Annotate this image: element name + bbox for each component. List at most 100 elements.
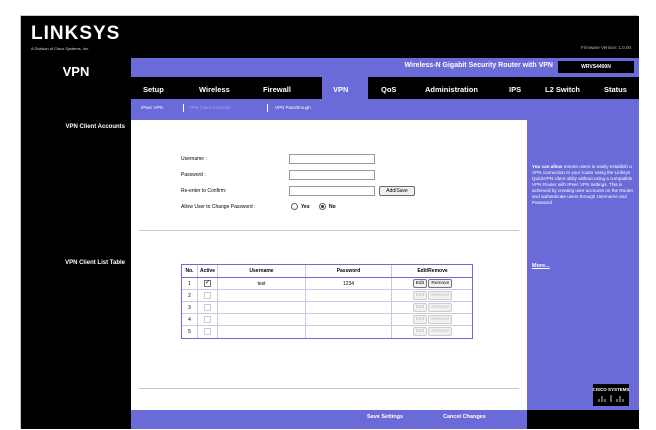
allow-change-yes-radio[interactable] <box>291 203 298 210</box>
help-text: You can allow remote users to easily est… <box>532 164 634 206</box>
active-checkbox[interactable] <box>204 327 211 335</box>
subtab-bar: IPsec VPN VPN Client Accounts VPN Passth… <box>131 99 639 120</box>
divider <box>139 388 519 389</box>
username-cell <box>218 326 306 338</box>
cisco-systems-logo: CISCO SYSTEMS <box>592 384 630 406</box>
remove-button[interactable]: Remove <box>428 278 453 288</box>
header-bar: LINKSYS A Division of Cisco Systems, Inc… <box>21 16 639 58</box>
username-cell <box>218 314 306 325</box>
password-cell <box>306 302 392 313</box>
subtab-vpn-client-accounts[interactable]: VPN Client Accounts <box>189 105 231 110</box>
row-number: 1 <box>182 278 198 289</box>
password-cell: 1234 <box>306 278 392 289</box>
edit-button[interactable]: Edit <box>412 290 427 300</box>
allow-change-no-radio[interactable] <box>319 203 326 210</box>
footer-actions: Save Settings Cancel Changes <box>131 410 527 429</box>
left-sidebar: VPN Client Accounts VPN Client List Tabl… <box>21 120 131 410</box>
row-number: 4 <box>182 314 198 325</box>
active-checkbox[interactable]: ✓ <box>204 279 211 287</box>
add-save-button[interactable]: Add/Save <box>379 186 415 196</box>
header-password: Password <box>306 265 392 277</box>
table-row: 1 ✓ test 1234 Edit Remove <box>182 278 472 290</box>
subtab-ipsec-vpn[interactable]: IPsec VPN <box>141 105 163 110</box>
password-cell <box>306 326 392 338</box>
table-row: 4 Edit Remove <box>182 314 472 326</box>
remove-button[interactable]: Remove <box>428 314 453 324</box>
main-nav: Setup Wireless Firewall VPN QoS Administ… <box>131 77 639 120</box>
tab-firewall[interactable]: Firewall <box>263 85 291 94</box>
footer-left <box>21 410 131 429</box>
table-header: No. Active Username Password Edit/Remove <box>182 265 472 278</box>
active-cell <box>198 302 218 313</box>
edit-button[interactable]: Edit <box>412 326 427 336</box>
model-badge: WRVS4400N <box>558 61 634 73</box>
table-row: 3 Edit Remove <box>182 302 472 314</box>
active-checkbox[interactable] <box>204 303 211 311</box>
edit-button[interactable]: Edit <box>412 278 427 288</box>
linksys-logo: LINKSYS <box>31 23 121 44</box>
section-title-block: VPN <box>21 58 131 120</box>
header-active: Active <box>198 265 218 277</box>
tab-l2-switch[interactable]: L2 Switch <box>545 85 580 94</box>
edit-button[interactable]: Edit <box>412 302 427 312</box>
confirm-password-label: Re-enter to Confirm: <box>181 188 227 194</box>
active-cell: ✓ <box>198 278 218 289</box>
row-number: 2 <box>182 290 198 301</box>
table-body: 1 ✓ test 1234 Edit Remove 2 Edit Remove 3 Edit R… <box>182 278 472 338</box>
password-cell <box>306 314 392 325</box>
vpn-client-table: No. Active Username Password Edit/Remove… <box>181 264 473 339</box>
active-checkbox[interactable] <box>204 291 211 299</box>
remove-button[interactable]: Remove <box>428 290 453 300</box>
header-no: No. <box>182 265 198 277</box>
remove-button[interactable]: Remove <box>428 326 453 336</box>
logo-tagline: A Division of Cisco Systems, Inc. <box>31 46 90 51</box>
more-link[interactable]: More... <box>532 263 550 269</box>
password-input[interactable] <box>289 170 375 180</box>
product-name: Wireless-N Gigabit Security Router with … <box>404 62 553 69</box>
cisco-logo-text: CISCO SYSTEMS <box>592 387 629 392</box>
tab-vpn[interactable]: VPN <box>333 85 348 94</box>
tab-ips[interactable]: IPS <box>509 85 521 94</box>
username-cell <box>218 302 306 313</box>
subtab-separator <box>267 104 268 112</box>
help-lead: You can allow <box>532 164 563 169</box>
tab-administration[interactable]: Administration <box>425 85 478 94</box>
tab-wireless[interactable]: Wireless <box>199 85 230 94</box>
tab-status[interactable]: Status <box>604 85 627 94</box>
allow-change-password-label: Allow User to Change Password : <box>181 204 256 210</box>
header-username: Username <box>218 265 306 277</box>
confirm-password-input[interactable] <box>289 186 375 196</box>
cancel-changes-button[interactable]: Cancel Changes <box>443 414 486 420</box>
page-title: VPN <box>62 64 90 79</box>
tab-setup[interactable]: Setup <box>143 85 164 94</box>
main-content: Username : Password : Re-enter to Confir… <box>131 120 527 410</box>
active-cell <box>198 314 218 325</box>
edit-remove-cell: Edit Remove <box>392 278 473 289</box>
section-label-accounts: VPN Client Accounts <box>65 124 125 130</box>
footer-bar: Save Settings Cancel Changes <box>21 410 639 429</box>
allow-change-yes-label: Yes <box>301 204 310 210</box>
password-label: Password : <box>181 172 206 178</box>
row-number: 5 <box>182 326 198 338</box>
firmware-version: Firmware Version: 1.0.00 <box>580 45 631 50</box>
table-row: 5 Edit Remove <box>182 326 472 338</box>
table-row: 2 Edit Remove <box>182 290 472 302</box>
tab-qos[interactable]: QoS <box>381 85 396 94</box>
username-input[interactable] <box>289 154 375 164</box>
subtab-vpn-passthrough[interactable]: VPN Passthrough <box>275 105 311 110</box>
router-admin-page: LINKSYS A Division of Cisco Systems, Inc… <box>20 15 639 429</box>
active-cell <box>198 290 218 301</box>
header-edit-remove: Edit/Remove <box>417 268 448 274</box>
edit-button[interactable]: Edit <box>412 314 427 324</box>
password-cell <box>306 290 392 301</box>
help-sidebar: You can allow remote users to easily est… <box>527 120 639 410</box>
username-cell <box>218 290 306 301</box>
allow-change-no-label: No <box>329 204 336 210</box>
edit-remove-cell: Edit Remove <box>392 290 473 301</box>
active-checkbox[interactable] <box>204 315 211 323</box>
active-cell <box>198 326 218 338</box>
remove-button[interactable]: Remove <box>428 302 453 312</box>
edit-remove-cell: Edit Remove <box>392 326 473 338</box>
save-settings-button[interactable]: Save Settings <box>367 414 403 420</box>
divider <box>139 230 519 231</box>
